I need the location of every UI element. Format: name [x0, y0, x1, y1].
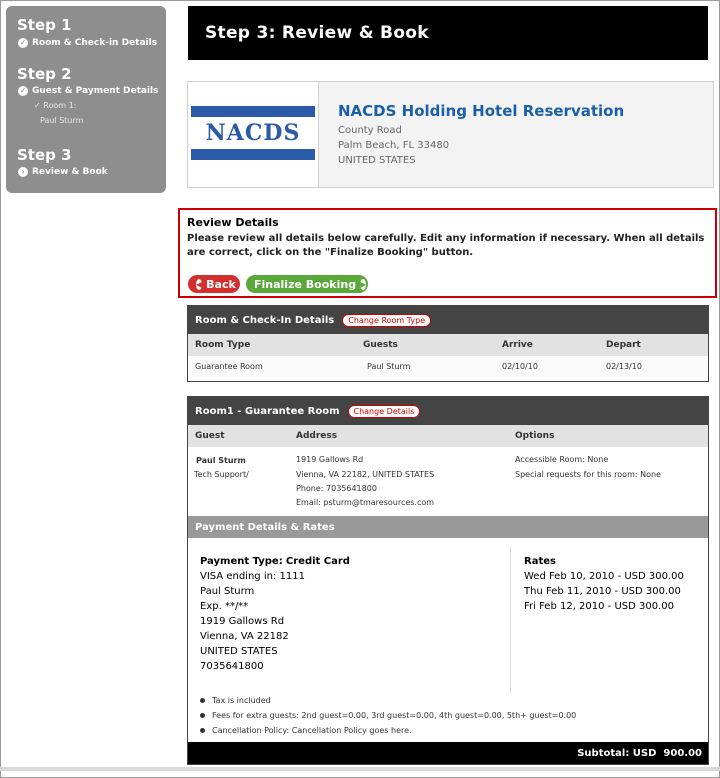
- step1-label: Room & Check-in Details: [32, 38, 158, 48]
- step3-title: Step 3: [17, 146, 72, 164]
- payer-country: UNITED STATES: [200, 646, 278, 657]
- cell-arrive: 02/10/10: [502, 362, 538, 371]
- guest-phone: Phone: 7035641800: [296, 484, 377, 493]
- cell-room-type: Guarantee Room: [195, 362, 263, 371]
- step1-title: Step 1: [17, 16, 72, 34]
- hotel-name: NACDS Holding Hotel Reservation: [338, 102, 625, 120]
- room-checkin-header-row: Room Type Guests Arrive Depart: [188, 334, 708, 356]
- payer-address2: Vienna, VA 22182: [200, 631, 289, 642]
- payment-divider: [510, 547, 511, 693]
- room1-header-row: Guest Address Options: [188, 425, 708, 447]
- page-title: Step 3: Review & Book: [205, 23, 429, 43]
- review-title: Review Details: [187, 216, 279, 229]
- rates-title: Rates: [524, 556, 556, 567]
- room1-bar: Room1 - Guarantee Room Change Details: [188, 397, 708, 425]
- hotel-address-line1: County Road: [338, 125, 402, 136]
- step2-sub-room[interactable]: ✓ Room 1:: [34, 101, 76, 110]
- subtotal-value: 900.00: [663, 747, 702, 759]
- arrow-left-icon: ◀: [196, 278, 203, 290]
- cell-guests: Paul Sturm: [367, 362, 411, 371]
- hotel-logo-text: NACDS: [191, 117, 315, 149]
- change-details-button[interactable]: Change Details: [347, 404, 421, 418]
- finalize-booking-button[interactable]: Finalize Booking ▶: [246, 275, 368, 293]
- note-item: Fees for extra guests: 2nd guest=0.00, 3…: [198, 708, 698, 723]
- col-guest: Guest: [195, 431, 225, 441]
- subtotal-bar: Subtotal: USD 900.00: [188, 742, 708, 764]
- step2-sub-guest: Paul Sturm: [40, 116, 84, 125]
- arrow-right-icon: ▶: [360, 278, 367, 290]
- rate-line: Thu Feb 11, 2010 - USD 300.00: [524, 586, 681, 597]
- step2-title: Step 2: [17, 65, 72, 83]
- footer-divider: [0, 767, 720, 771]
- room-checkin-bar: Room & Check-In Details Change Room Type: [188, 306, 708, 334]
- check-icon: ✓: [18, 38, 28, 48]
- step1-item[interactable]: ✓ Room & Check-in Details: [18, 38, 157, 48]
- arrow-right-icon: ›: [18, 167, 28, 177]
- step2-sub-room-label: Room 1:: [43, 101, 77, 110]
- change-room-type-button[interactable]: Change Room Type: [342, 313, 432, 327]
- room1-title: Room1 - Guarantee Room: [195, 405, 340, 417]
- guest-role: Tech Support/: [194, 470, 249, 479]
- review-description: Please review all details below carefull…: [187, 233, 705, 258]
- option-special-requests: Special requests for this room: None: [515, 470, 661, 479]
- rate-line: Fri Feb 12, 2010 - USD 300.00: [524, 601, 675, 612]
- hotel-logo: NACDS: [191, 106, 315, 160]
- guest-address-line1: 1919 Gallows Rd: [296, 455, 364, 464]
- payer-phone: 7035641800: [200, 661, 264, 672]
- payment-details: Payment Type: Credit Card VISA ending in…: [200, 554, 350, 674]
- room-checkin-title: Room & Check-In Details: [195, 314, 335, 326]
- payer-name: Paul Sturm: [200, 586, 255, 597]
- rates-panel: Rates Wed Feb 10, 2010 - USD 300.00 Thu …: [524, 554, 684, 614]
- finalize-label: Finalize Booking: [254, 277, 357, 291]
- payment-type-value: Credit Card: [285, 556, 350, 567]
- col-room-type: Room Type: [195, 340, 251, 350]
- step3-label: Review & Book: [32, 167, 108, 177]
- col-options: Options: [515, 431, 555, 441]
- back-button[interactable]: ◀ Back: [188, 275, 240, 293]
- guest-email: Email: psturm@tmaresources.com: [296, 498, 435, 507]
- col-arrive: Arrive: [502, 340, 533, 350]
- guest-name: Paul Sturm: [196, 456, 246, 465]
- col-guests: Guests: [363, 340, 398, 350]
- payer-address1: 1919 Gallows Rd: [200, 616, 285, 627]
- option-accessible: Accessible Room: None: [515, 455, 609, 464]
- step3-item[interactable]: › Review & Book: [18, 167, 108, 177]
- hotel-card: NACDS NACDS Holding Hotel Reservation Co…: [187, 81, 714, 188]
- col-depart: Depart: [606, 340, 641, 350]
- note-item: Tax is included: [198, 693, 698, 708]
- steps-sidebar: Step 1 ✓ Room & Check-in Details Step 2 ✓…: [6, 6, 166, 193]
- check-icon: ✓: [18, 86, 28, 96]
- back-label: Back: [206, 277, 236, 291]
- page-header: Step 3: Review & Book: [188, 6, 708, 60]
- hotel-address-line2: Palm Beach, FL 33480: [338, 140, 450, 151]
- payment-type-label: Payment Type:: [200, 556, 283, 567]
- cell-depart: 02/13/10: [606, 362, 642, 371]
- payment-type-line: Payment Type: Credit Card: [200, 554, 350, 569]
- card-exp: Exp. **/**: [200, 601, 249, 612]
- card-line: VISA ending in: 1111: [200, 571, 305, 582]
- subtotal-label: Subtotal: USD: [577, 747, 657, 759]
- room1-box: Room1 - Guarantee Room Change Details Gu…: [187, 396, 709, 765]
- note-item: Cancellation Policy: Cancellation Policy…: [198, 723, 698, 738]
- step2-item[interactable]: ✓ Guest & Payment Details: [18, 86, 159, 96]
- table-row: Guarantee Room Paul Sturm 02/10/10 02/13…: [188, 356, 708, 376]
- step2-label: Guest & Payment Details: [32, 86, 159, 96]
- booking-notes: Tax is included Fees for extra guests: 2…: [198, 693, 698, 738]
- review-details-panel: Review Details Please review all details…: [178, 208, 717, 298]
- col-address: Address: [296, 431, 338, 441]
- payment-section-bar: Payment Details & Rates: [188, 516, 708, 538]
- room-checkin-box: Room & Check-In Details Change Room Type…: [187, 305, 709, 382]
- hotel-address-line3: UNITED STATES: [338, 155, 416, 166]
- guest-address-line2: Vienna, VA 22182, UNITED STATES: [296, 470, 435, 479]
- hotel-logo-area: NACDS: [188, 82, 319, 187]
- rate-line: Wed Feb 10, 2010 - USD 300.00: [524, 571, 684, 582]
